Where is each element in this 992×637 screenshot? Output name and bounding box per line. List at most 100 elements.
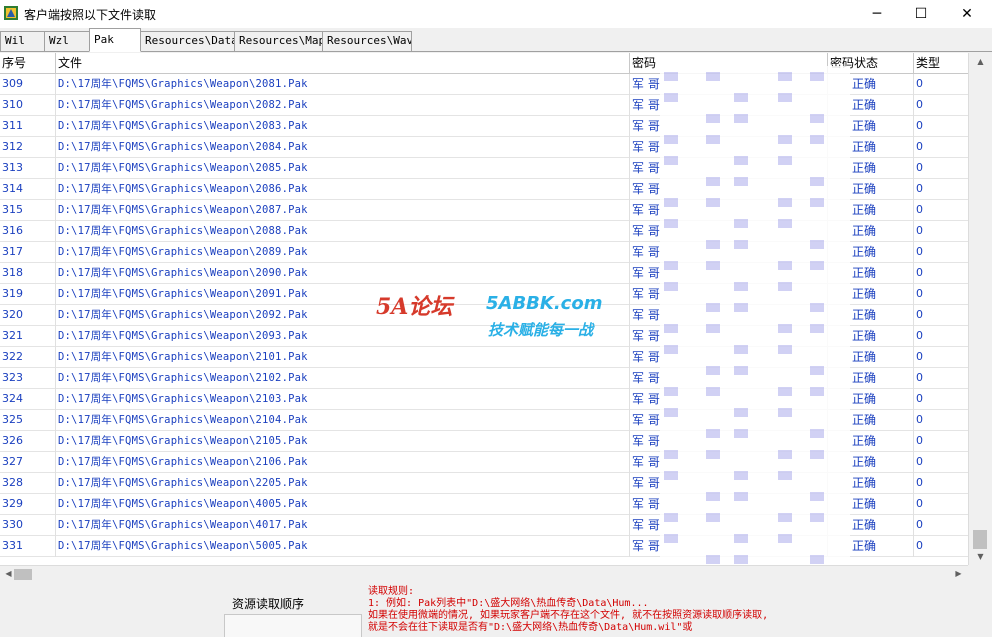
redaction-block — [706, 513, 720, 522]
horizontal-scroll-thumb[interactable] — [14, 569, 32, 580]
cell-type: 0 — [916, 350, 923, 363]
cell-index: 310 — [0, 95, 56, 116]
redaction-block — [810, 114, 824, 123]
redaction-block — [810, 366, 824, 375]
redaction-block — [778, 261, 792, 270]
redaction-block — [810, 324, 824, 333]
bottom-panel: 资源读取顺序 读取规则: 1: 例如: Pak列表中"D:\盛大网络\热血传奇\… — [0, 582, 992, 637]
cell-file: D:\17周年\FQMS\Graphics\Weapon\2086.Pak — [56, 179, 630, 200]
column-header-file[interactable]: 文件 — [56, 53, 630, 74]
scroll-down-icon[interactable]: ▼ — [969, 548, 992, 565]
tab-pak[interactable]: Pak — [89, 28, 141, 52]
redaction-block — [810, 240, 824, 249]
cell-type: 0 — [916, 119, 923, 132]
tab-wzl[interactable]: Wzl — [44, 31, 90, 51]
cell-file: D:\17周年\FQMS\Graphics\Weapon\2082.Pak — [56, 95, 630, 116]
redaction-block — [734, 93, 748, 102]
app-icon — [4, 6, 18, 20]
cell-index: 328 — [0, 473, 56, 494]
cell-file: D:\17周年\FQMS\Graphics\Weapon\2205.Pak — [56, 473, 630, 494]
redaction-block — [734, 534, 748, 543]
redaction-block — [664, 387, 678, 396]
cell-type: 0 — [916, 203, 923, 216]
vertical-scrollbar[interactable]: ▲ ▼ — [968, 53, 992, 565]
cell-index: 324 — [0, 389, 56, 410]
cell-type: 0 — [916, 287, 923, 300]
column-header-index[interactable]: 序号 — [0, 53, 56, 74]
cell-index: 322 — [0, 347, 56, 368]
resource-order-list[interactable] — [224, 614, 362, 637]
cell-index: 323 — [0, 368, 56, 389]
scroll-up-icon[interactable]: ▲ — [969, 53, 992, 70]
cell-file: D:\17周年\FQMS\Graphics\Weapon\2104.Pak — [56, 410, 630, 431]
redaction-block — [706, 450, 720, 459]
redaction-block — [664, 198, 678, 207]
password-redaction — [660, 66, 850, 580]
cell-index: 331 — [0, 536, 56, 557]
redaction-block — [734, 240, 748, 249]
redaction-block — [778, 198, 792, 207]
cell-index: 327 — [0, 452, 56, 473]
tab-resources-wav[interactable]: Resources\Wav — [322, 31, 412, 51]
cell-type: 0 — [916, 161, 923, 174]
cell-index: 317 — [0, 242, 56, 263]
watermark-logo: 5A论坛 — [376, 294, 453, 320]
redaction-block — [664, 135, 678, 144]
cell-file: D:\17周年\FQMS\Graphics\Weapon\2089.Pak — [56, 242, 630, 263]
redaction-block — [778, 282, 792, 291]
title-bar: 客户端按照以下文件读取 ─ ☐ ✕ — [0, 0, 992, 28]
scroll-right-icon[interactable]: ▶ — [950, 566, 967, 582]
redaction-block — [778, 219, 792, 228]
cell-type: 0 — [916, 98, 923, 111]
redaction-block — [810, 492, 824, 501]
redaction-block — [734, 345, 748, 354]
redaction-block — [706, 303, 720, 312]
cell-type: 0 — [916, 308, 923, 321]
redaction-block — [734, 408, 748, 417]
redaction-block — [778, 408, 792, 417]
redaction-block — [778, 324, 792, 333]
horizontal-scrollbar[interactable]: ◀ ▶ — [0, 565, 968, 582]
cell-file: D:\17周年\FQMS\Graphics\Weapon\4017.Pak — [56, 515, 630, 536]
tab-resources-data[interactable]: Resources\Data — [140, 31, 235, 51]
tab-wil[interactable]: Wil — [0, 31, 46, 51]
cell-index: 315 — [0, 200, 56, 221]
redaction-block — [706, 555, 720, 564]
cell-index: 319 — [0, 284, 56, 305]
window-title: 客户端按照以下文件读取 — [24, 8, 157, 22]
redaction-block — [810, 135, 824, 144]
redaction-block — [810, 450, 824, 459]
redaction-block — [706, 114, 720, 123]
tab-resources-map[interactable]: Resources\Map — [234, 31, 323, 51]
cell-file: D:\17周年\FQMS\Graphics\Weapon\2088.Pak — [56, 221, 630, 242]
redaction-block — [664, 219, 678, 228]
cell-file: D:\17周年\FQMS\Graphics\Weapon\2106.Pak — [56, 452, 630, 473]
cell-file: D:\17周年\FQMS\Graphics\Weapon\2090.Pak — [56, 263, 630, 284]
redaction-block — [778, 93, 792, 102]
close-button[interactable]: ✕ — [944, 0, 990, 28]
cell-file: D:\17周年\FQMS\Graphics\Weapon\2083.Pak — [56, 116, 630, 137]
tab-strip: Wil Wzl Pak Resources\Data Resources\Map… — [0, 28, 992, 52]
cell-type: 0 — [916, 245, 923, 258]
redaction-block — [706, 429, 720, 438]
redaction-block — [810, 72, 824, 81]
cell-index: 326 — [0, 431, 56, 452]
cell-type: 0 — [916, 497, 923, 510]
redaction-block — [706, 177, 720, 186]
vertical-scroll-thumb[interactable] — [973, 530, 987, 549]
cell-type: 0 — [916, 266, 923, 279]
cell-type: 0 — [916, 455, 923, 468]
redaction-block — [706, 366, 720, 375]
redaction-block — [664, 324, 678, 333]
cell-index: 321 — [0, 326, 56, 347]
cell-index: 313 — [0, 158, 56, 179]
maximize-button[interactable]: ☐ — [898, 0, 944, 28]
redaction-block — [664, 72, 678, 81]
cell-index: 330 — [0, 515, 56, 536]
column-header-type[interactable]: 类型 — [914, 53, 968, 74]
minimize-button[interactable]: ─ — [854, 0, 900, 28]
cell-type: 0 — [916, 392, 923, 405]
redaction-block — [810, 513, 824, 522]
cell-type: 0 — [916, 224, 923, 237]
redaction-block — [810, 303, 824, 312]
